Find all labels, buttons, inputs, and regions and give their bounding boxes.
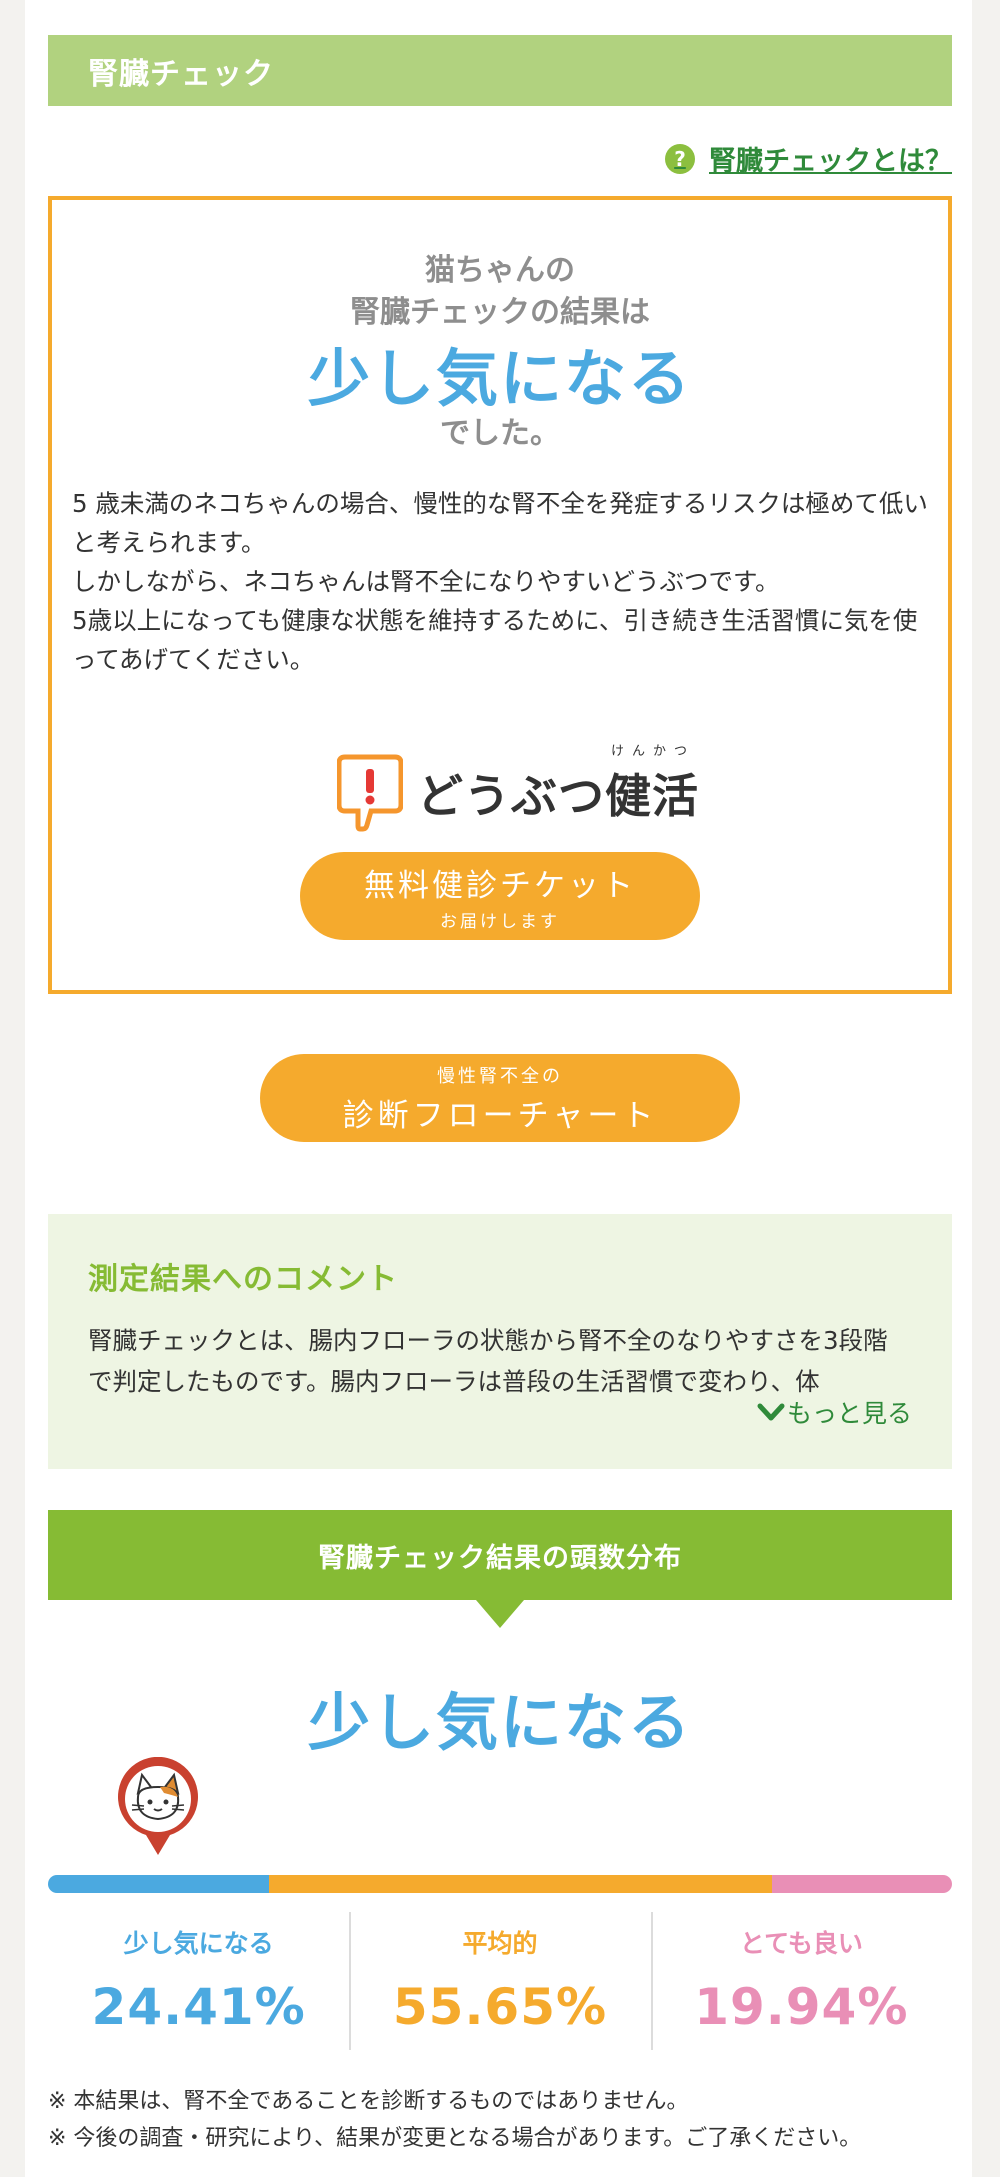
brand-name-wrap: けんかつ どうぶつ健活 — [417, 744, 699, 826]
result-outro: でした。 — [440, 416, 560, 451]
disclaimer-note: ※ 今後の調査・研究により、結果が変更となる場合があります。ご了承ください。 — [48, 2126, 862, 2151]
diagnosis-flowchart-button[interactable]: 慢性腎不全の 診断フローチャート — [260, 1054, 740, 1142]
show-more-label[interactable]: もっと見る — [787, 1394, 912, 1430]
stat-value: 55.65% — [392, 1978, 608, 2036]
stat-label: 少し気になる — [123, 1929, 274, 1958]
result-level: 少し気になる — [307, 342, 692, 415]
chevron-down-icon — [757, 1403, 785, 1421]
distribution-header-arrow — [476, 1600, 524, 1628]
help-link-label[interactable]: 腎臓チェックとは？ — [709, 139, 952, 178]
brand-ruby: けんかつ — [610, 744, 695, 759]
result-box: 猫ちゃんの 腎臓チェックの結果は 少し気になる でした。 5 歳未満のネコちゃん… — [48, 196, 952, 994]
distribution-header: 腎臓チェック結果の頭数分布 — [48, 1510, 952, 1600]
section-header: 腎臓チェック — [48, 35, 952, 106]
distribution-bar-segment-concern — [48, 1875, 269, 1893]
distribution-current-result: 少し気になる — [307, 1686, 692, 1759]
distribution-bar-segment-good — [771, 1875, 952, 1893]
comment-box: 測定結果へのコメント 腎臓チェックとは、腸内フローラの状態から腎不全のなりやすさ… — [48, 1214, 952, 1469]
stat-value: 24.41% — [91, 1978, 306, 2036]
stat-concern: 少し気になる 24.41% — [48, 1912, 349, 2050]
help-question-icon: ? — [665, 143, 695, 174]
show-more-link[interactable]: もっと見る — [757, 1394, 912, 1430]
distribution-stats: 少し気になる 24.41% 平均的 55.65% とても良い 19.94% — [48, 1912, 952, 2050]
stat-label: とても良い — [739, 1929, 863, 1958]
stat-good: とても良い 19.94% — [650, 1912, 952, 2050]
stat-average: 平均的 55.65% — [349, 1912, 650, 2050]
stat-label: 平均的 — [462, 1929, 538, 1958]
result-description: 5 歳未満のネコちゃんの場合、慢性的な腎不全を発症するリスクは極めて低いと考えら… — [72, 484, 932, 679]
result-intro-line2: 腎臓チェックの結果は — [350, 295, 650, 330]
brand-logo: けんかつ どうぶつ健活 — [337, 744, 699, 833]
section-title: 腎臓チェック — [88, 56, 274, 92]
distribution-title: 腎臓チェック結果の頭数分布 — [318, 1542, 682, 1574]
disclaimer-note: ※ 本結果は、腎不全であることを診断するものではありません。 — [48, 2089, 689, 2114]
ticket-button-sub-label: お届けします — [440, 912, 560, 932]
result-intro-line1: 猫ちゃんの — [425, 253, 575, 288]
brand-exclamation-icon — [337, 754, 403, 832]
flow-button-sub-label: 慢性腎不全の — [437, 1065, 563, 1087]
brand-name: どうぶつ健活 — [417, 769, 699, 823]
distribution-bar — [48, 1875, 952, 1893]
description-line: しかしながら、ネコちゃんは腎不全になりやすいどうぶつです。 — [72, 567, 780, 596]
distribution-bar-segment-average — [268, 1875, 772, 1893]
ticket-button-main-label: 無料健診チケット — [364, 868, 636, 904]
description-line: 5 歳未満のネコちゃんの場合、慢性的な腎不全を発症するリスクは極めて低いと考えら… — [72, 489, 928, 557]
cat-marker-icon — [118, 1757, 198, 1855]
description-line: 5歳以上になっても健康な状態を維持するために、引き続き生活習慣に気を使ってあげて… — [72, 606, 918, 674]
comment-text: 腎臓チェックとは、腸内フローラの状態から腎不全のなりやすさを3段階で判定したもの… — [88, 1326, 888, 1396]
stat-value: 19.94% — [694, 1978, 909, 2036]
disclaimer-notes: ※ 本結果は、腎不全であることを診断するものではありません。 ※ 今後の調査・研… — [48, 2083, 978, 2157]
help-link[interactable]: ? 腎臓チェックとは？ — [665, 139, 952, 178]
flow-button-main-label: 診断フローチャート — [342, 1097, 658, 1134]
free-checkup-ticket-button[interactable]: 無料健診チケット お届けします — [300, 852, 700, 940]
comment-title: 測定結果へのコメント — [88, 1262, 398, 1297]
